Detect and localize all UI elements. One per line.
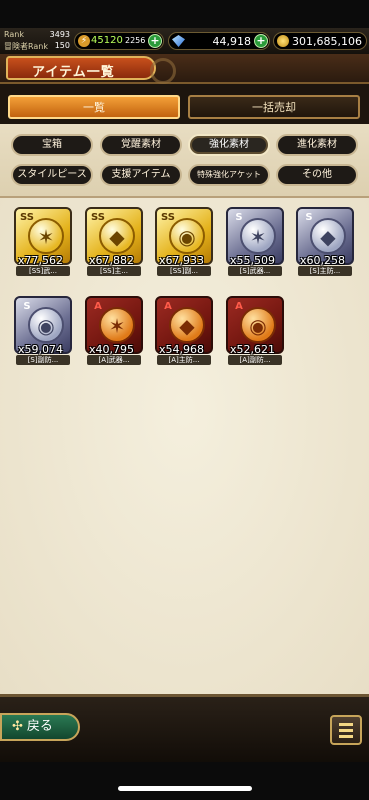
item-name: [SS]主... xyxy=(87,266,141,276)
status-bar: Rank 3493 冒険者Rank 150 ⚡ 45120 2256 + 44,… xyxy=(0,28,369,54)
filter-awakening-material[interactable]: 覚醒素材 xyxy=(100,134,182,156)
page-title: アイテム一覧 xyxy=(32,65,115,80)
item-card[interactable]: SS ◆ x67,882 [SS]主... xyxy=(85,207,143,276)
filter-support-item[interactable]: 支援アイテム xyxy=(100,164,182,186)
item-card[interactable]: A ◆ x54,968 [A]主防... xyxy=(155,296,213,365)
item-card[interactable]: A ✶ x40,795 [A]武器... xyxy=(85,296,143,365)
item-frame: A ◆ x54,968 xyxy=(155,296,213,356)
filter-other[interactable]: その他 xyxy=(276,164,358,186)
armor-enhance-orb-icon: ◆ xyxy=(99,218,135,254)
rank-label: Rank xyxy=(4,30,24,39)
item-frame: A ◉ x52,621 xyxy=(226,296,284,356)
gold-display: 301,685,106 xyxy=(273,32,367,50)
gem-count: 44,918 xyxy=(212,35,252,48)
item-card[interactable]: S ◉ x59,074 [S]副防... xyxy=(14,296,72,365)
back-button[interactable]: ✣ 戻る xyxy=(0,713,80,741)
hamburger-menu-icon xyxy=(339,729,353,732)
add-gems-button[interactable]: + xyxy=(254,34,268,48)
weapon-enhance-orb-icon: ✶ xyxy=(99,307,135,343)
filter-style-piece[interactable]: スタイルピース xyxy=(11,164,93,186)
bottom-bar: ✣ 戻る xyxy=(0,694,369,762)
item-name: [SS]武... xyxy=(16,266,70,276)
back-label: 戻る xyxy=(26,719,53,734)
hamburger-menu-icon xyxy=(339,723,353,726)
item-name: [S]主防... xyxy=(298,266,352,276)
helmet-enhance-orb-icon: ◉ xyxy=(28,307,64,343)
stamina-display: ⚡ 45120 2256 + xyxy=(74,32,164,50)
filter-enhancement-material[interactable]: 強化素材 xyxy=(188,134,270,156)
item-frame: S ✶ x55,509 xyxy=(226,207,284,267)
gear-decoration-icon xyxy=(150,58,176,84)
home-indicator[interactable] xyxy=(118,786,252,791)
item-card[interactable]: A ◉ x52,621 [A]副防... xyxy=(226,296,284,365)
armor-enhance-orb-icon: ◆ xyxy=(310,218,346,254)
armor-enhance-orb-icon: ◆ xyxy=(169,307,205,343)
gem-display: 44,918 + xyxy=(168,32,270,50)
stamina-icon: ⚡ xyxy=(78,35,90,47)
stamina-max: 2256 xyxy=(125,36,146,45)
adventurer-rank-label: 冒険者Rank xyxy=(4,42,48,51)
item-frame: SS ◉ x67,933 xyxy=(155,207,213,267)
adventurer-rank-value: 150 xyxy=(54,41,70,50)
item-frame: SS ◆ x67,882 xyxy=(85,207,143,267)
helmet-enhance-orb-icon: ◉ xyxy=(240,307,276,343)
gem-icon xyxy=(172,35,185,47)
stamina-current: 45120 xyxy=(91,35,123,46)
filter-bar: 宝箱 覚醒素材 強化素材 進化素材 スタイルピース 支援アイテム 特殊強化アケッ… xyxy=(0,124,369,198)
gold-count: 301,685,106 xyxy=(292,35,362,48)
item-name: [A]武器... xyxy=(87,355,141,365)
filter-special-enhancement-ticket[interactable]: 特殊強化アケット xyxy=(188,164,270,186)
item-card[interactable]: S ✶ x55,509 [S]武器... xyxy=(226,207,284,276)
item-frame: S ◆ x60,258 xyxy=(296,207,354,267)
item-card[interactable]: SS ◉ x67,933 [SS]副... xyxy=(155,207,213,276)
hamburger-menu-icon xyxy=(339,735,353,738)
item-name: [SS]副... xyxy=(157,266,211,276)
weapon-enhance-orb-icon: ✶ xyxy=(240,218,276,254)
tab-list[interactable]: 一覧 xyxy=(8,95,180,119)
item-name: [A]主防... xyxy=(157,355,211,365)
tab-bulk-sell[interactable]: 一括売却 xyxy=(188,95,360,119)
filter-evolution-material[interactable]: 進化素材 xyxy=(276,134,358,156)
helmet-enhance-orb-icon: ◉ xyxy=(169,218,205,254)
item-name: [S]副防... xyxy=(16,355,70,365)
item-frame: S ◉ x59,074 xyxy=(14,296,72,356)
title-bar: アイテム一覧 xyxy=(0,54,369,84)
title-plate: アイテム一覧 xyxy=(6,56,156,80)
rank-block: Rank 3493 冒険者Rank 150 xyxy=(4,30,72,52)
item-frame: SS ✶ x77,562 xyxy=(14,207,72,267)
item-card[interactable]: S ◆ x60,258 [S]主防... xyxy=(296,207,354,276)
item-name: [A]副防... xyxy=(228,355,282,365)
item-card[interactable]: SS ✶ x77,562 [SS]武... xyxy=(14,207,72,276)
weapon-enhance-orb-icon: ✶ xyxy=(28,218,64,254)
add-stamina-button[interactable]: + xyxy=(148,34,162,48)
coin-icon xyxy=(277,35,289,47)
item-name: [S]武器... xyxy=(228,266,282,276)
item-frame: A ✶ x40,795 xyxy=(85,296,143,356)
menu-button[interactable] xyxy=(330,715,362,745)
filter-treasure-box[interactable]: 宝箱 xyxy=(11,134,93,156)
rank-value: 3493 xyxy=(49,30,70,39)
back-arrow-icon: ✣ xyxy=(12,719,23,734)
